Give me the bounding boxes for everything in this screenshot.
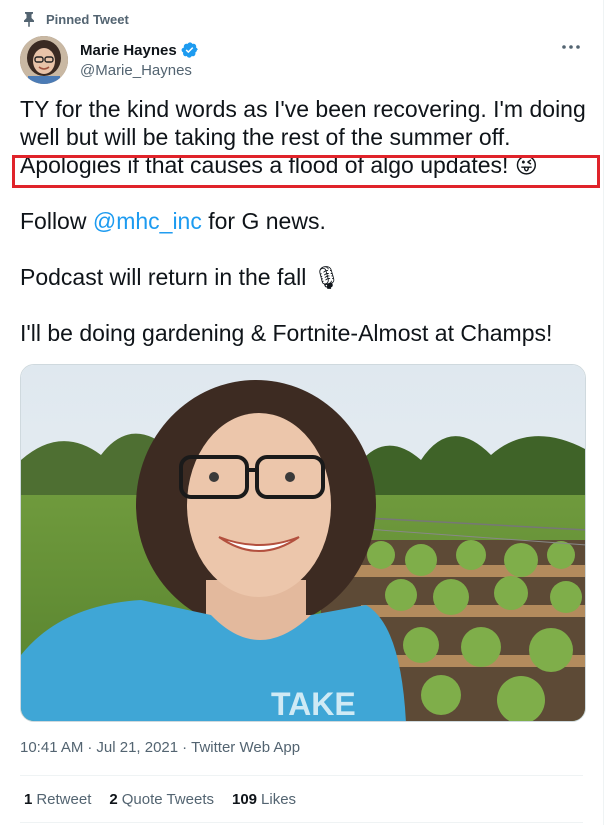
- pinned-indicator: Pinned Tweet: [22, 10, 129, 28]
- retweets-label: Retweet: [36, 791, 92, 808]
- separator: ·: [182, 739, 188, 756]
- likes-label: Likes: [261, 791, 297, 808]
- tweet-line: I'll be doing gardening & Fortnite-Almos…: [20, 320, 553, 346]
- microphone-emoji-icon: 🎙: [312, 266, 341, 291]
- tweet-card: Pinned Tweet Marie Haynes @Marie_Haynes …: [0, 0, 604, 825]
- retweets-stat[interactable]: 1 Retweet: [24, 791, 91, 808]
- quote-tweets-count: 2: [109, 791, 118, 808]
- quote-tweets-label: Quote Tweets: [121, 791, 214, 808]
- tweet-line-highlighted: Apologies if that causes a flood of algo…: [20, 151, 590, 179]
- tweet-line: well but will be taking the rest of the …: [20, 124, 511, 150]
- highlighted-text: Apologies if that causes a flood of algo…: [20, 152, 509, 178]
- tweet-line: TY for the kind words as I've been recov…: [20, 96, 586, 122]
- tweet-text: TY for the kind words as I've been recov…: [12, 95, 600, 347]
- winking-tongue-emoji-icon: 😜: [514, 154, 538, 179]
- author-handle[interactable]: @Marie_Haynes: [80, 62, 199, 79]
- verified-badge-icon: [181, 41, 199, 59]
- tweet-meta: 10:41 AM · Jul 21, 2021 · Twitter Web Ap…: [20, 739, 300, 756]
- tweet-photo[interactable]: TAKE: [20, 364, 586, 722]
- mention-link[interactable]: @mhc_inc: [93, 208, 202, 234]
- likes-stat[interactable]: 109 Likes: [232, 791, 296, 808]
- divider: [20, 775, 583, 776]
- tweet-line: Follow @mhc_inc for G news.: [20, 207, 590, 235]
- engagement-stats: 1 Retweet 2 Quote Tweets 109 Likes: [24, 791, 296, 808]
- tweet-line: Podcast will return in the fall 🎙: [20, 263, 590, 291]
- separator: ·: [87, 739, 93, 756]
- likes-count: 109: [232, 791, 258, 808]
- follow-prefix: Follow: [20, 208, 93, 234]
- tweet-date[interactable]: Jul 21, 2021: [96, 739, 178, 756]
- podcast-text: Podcast will return in the fall: [20, 264, 307, 290]
- avatar[interactable]: [20, 36, 68, 84]
- retweets-count: 1: [24, 791, 33, 808]
- pinned-label: Pinned Tweet: [46, 11, 129, 27]
- quote-tweets-stat[interactable]: 2 Quote Tweets: [109, 791, 214, 808]
- pin-icon: [22, 11, 36, 27]
- divider: [20, 822, 583, 823]
- tweet-source[interactable]: Twitter Web App: [191, 739, 300, 756]
- more-options-icon[interactable]: [559, 37, 583, 57]
- author-name[interactable]: Marie Haynes: [80, 42, 177, 59]
- tweet-header: Marie Haynes @Marie_Haynes: [20, 35, 583, 85]
- tweet-time[interactable]: 10:41 AM: [20, 739, 83, 756]
- svg-text:TAKE: TAKE: [271, 686, 356, 722]
- follow-suffix: for G news.: [201, 208, 326, 234]
